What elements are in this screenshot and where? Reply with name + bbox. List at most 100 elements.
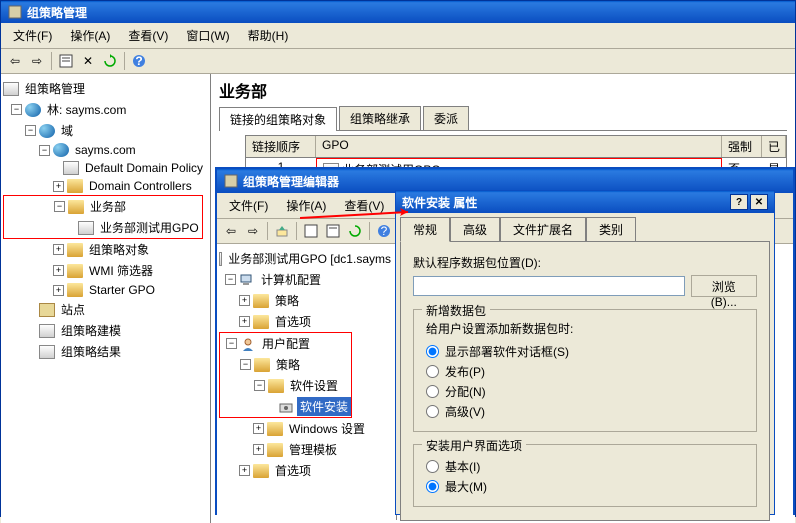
expander[interactable]: + — [239, 316, 250, 327]
properties-button[interactable] — [323, 221, 343, 241]
divider — [296, 222, 297, 240]
col-order[interactable]: 链接顺序 — [246, 136, 316, 157]
tree-gpo[interactable]: 业务部测试用GPO — [97, 218, 202, 237]
back-button[interactable]: ⇦ — [221, 221, 241, 241]
menu-help[interactable]: 帮助(H) — [240, 25, 297, 46]
tree-sites[interactable]: 站点 — [58, 300, 88, 319]
menu-file[interactable]: 文件(F) — [5, 25, 60, 46]
tab-delegation[interactable]: 委派 — [423, 106, 469, 130]
gpmc-title: 组策略管理 — [27, 4, 87, 21]
expander[interactable]: + — [53, 285, 64, 296]
menu-window[interactable]: 窗口(W) — [178, 25, 237, 46]
back-button[interactable]: ⇦ — [5, 51, 25, 71]
tree-starter[interactable]: Starter GPO — [86, 282, 158, 298]
delete-button[interactable]: ✕ — [78, 51, 98, 71]
col-enabled[interactable]: 已 — [762, 136, 786, 157]
tree-domains[interactable]: 域 — [58, 121, 76, 140]
default-loc-input[interactable] — [413, 276, 685, 296]
close-button[interactable]: ✕ — [750, 194, 768, 210]
tab-advanced[interactable]: 高级 — [450, 217, 500, 242]
expander[interactable]: + — [53, 265, 64, 276]
blank — [25, 346, 36, 357]
col-gpo[interactable]: GPO — [316, 136, 722, 157]
help-button[interactable]: ? — [730, 194, 748, 210]
help-button[interactable]: ? — [129, 51, 149, 71]
tree-ou[interactable]: 业务部 — [87, 197, 129, 216]
default-loc-label: 默认程序数据包位置(D): — [413, 254, 757, 271]
browse-button[interactable]: 浏览(B)... — [691, 275, 757, 297]
gpme-menu-view[interactable]: 查看(V) — [336, 195, 392, 216]
menu-action[interactable]: 操作(A) — [62, 25, 118, 46]
list-button[interactable] — [301, 221, 321, 241]
forward-button[interactable]: ⇨ — [27, 51, 47, 71]
expander[interactable]: + — [253, 444, 264, 455]
tree-ddp[interactable]: Default Domain Policy — [82, 160, 206, 176]
menu-view[interactable]: 查看(V) — [120, 25, 176, 46]
tree-domain[interactable]: sayms.com — [72, 142, 139, 158]
tab-categories[interactable]: 类别 — [586, 217, 636, 242]
expander[interactable]: − — [226, 338, 237, 349]
tree-modeling[interactable]: 组策略建模 — [58, 321, 124, 340]
gpme-computer[interactable]: 计算机配置 — [258, 270, 324, 289]
gpme-admin-tmpl[interactable]: 管理模板 — [286, 440, 340, 459]
domains-icon — [39, 124, 55, 138]
tab-inheritance[interactable]: 组策略继承 — [339, 106, 421, 130]
expander[interactable]: − — [54, 201, 65, 212]
gpme-menu-file[interactable]: 文件(F) — [221, 195, 276, 216]
col-enforced[interactable]: 强制 — [722, 136, 762, 157]
expander[interactable]: − — [25, 125, 36, 136]
expander[interactable]: + — [53, 244, 64, 255]
props-titlebar[interactable]: 软件安装 属性 ? ✕ — [396, 191, 774, 213]
forward-button[interactable]: ⇨ — [243, 221, 263, 241]
tab-fileext[interactable]: 文件扩展名 — [500, 217, 586, 242]
gpme-root[interactable]: 业务部测试用GPO [dc1.sayms — [225, 249, 394, 268]
help-button[interactable]: ? — [374, 221, 394, 241]
expander[interactable]: − — [11, 104, 22, 115]
refresh-button[interactable] — [345, 221, 365, 241]
radio-basic[interactable] — [426, 460, 439, 473]
expander[interactable]: − — [39, 145, 50, 156]
gpme-tree[interactable]: 业务部测试用GPO [dc1.sayms −计算机配置 +策略 +首选项 −用户… — [217, 244, 397, 520]
gpme-user-policies[interactable]: 策略 — [273, 355, 303, 374]
gpme-user-prefs[interactable]: 首选项 — [272, 461, 314, 480]
folder-icon — [253, 464, 269, 478]
gpme-sw-install[interactable]: 软件安装 — [297, 397, 351, 416]
gpmc-tree[interactable]: 组策略管理 −林: sayms.com −域 −sayms.com Defaul… — [1, 74, 211, 523]
gpmc-titlebar[interactable]: 组策略管理 — [1, 1, 795, 23]
ou-icon — [67, 179, 83, 193]
gpme-menu-action[interactable]: 操作(A) — [278, 195, 334, 216]
folder-icon — [253, 315, 269, 329]
refresh-button[interactable] — [100, 51, 120, 71]
radio-publish[interactable] — [426, 365, 439, 378]
expander[interactable]: + — [239, 295, 250, 306]
radio-maximum[interactable] — [426, 480, 439, 493]
tree-forest[interactable]: 林: sayms.com — [44, 100, 129, 119]
svg-text:?: ? — [381, 224, 388, 238]
gpme-sw-settings[interactable]: 软件设置 — [287, 376, 341, 395]
expander[interactable]: + — [239, 465, 250, 476]
folder-icon — [267, 443, 283, 457]
tab-linked-gpos[interactable]: 链接的组策略对象 — [219, 107, 337, 131]
properties-button[interactable] — [56, 51, 76, 71]
gpme-icon — [223, 173, 239, 189]
tab-general[interactable]: 常规 — [400, 217, 450, 242]
radio-advanced[interactable] — [426, 405, 439, 418]
tree-root[interactable]: 组策略管理 — [22, 79, 88, 98]
tree-dc[interactable]: Domain Controllers — [86, 178, 195, 194]
tree-results[interactable]: 组策略结果 — [58, 342, 124, 361]
gpme-win-settings[interactable]: Windows 设置 — [286, 419, 368, 438]
up-button[interactable] — [272, 221, 292, 241]
radio-assign[interactable] — [426, 385, 439, 398]
expander[interactable]: + — [53, 181, 64, 192]
expander[interactable]: + — [253, 423, 264, 434]
expander[interactable]: − — [225, 274, 236, 285]
props-body: 默认程序数据包位置(D): 浏览(B)... 新增数据包 给用户设置添加新数据包… — [400, 241, 770, 521]
expander[interactable]: − — [254, 380, 265, 391]
tree-wmi[interactable]: WMI 筛选器 — [86, 261, 156, 280]
tree-gpo-container[interactable]: 组策略对象 — [86, 240, 152, 259]
gpme-comp-policies[interactable]: 策略 — [272, 291, 302, 310]
gpme-comp-prefs[interactable]: 首选项 — [272, 312, 314, 331]
radio-show-dialog[interactable] — [426, 345, 439, 358]
gpme-user[interactable]: 用户配置 — [259, 334, 313, 353]
expander[interactable]: − — [240, 359, 251, 370]
